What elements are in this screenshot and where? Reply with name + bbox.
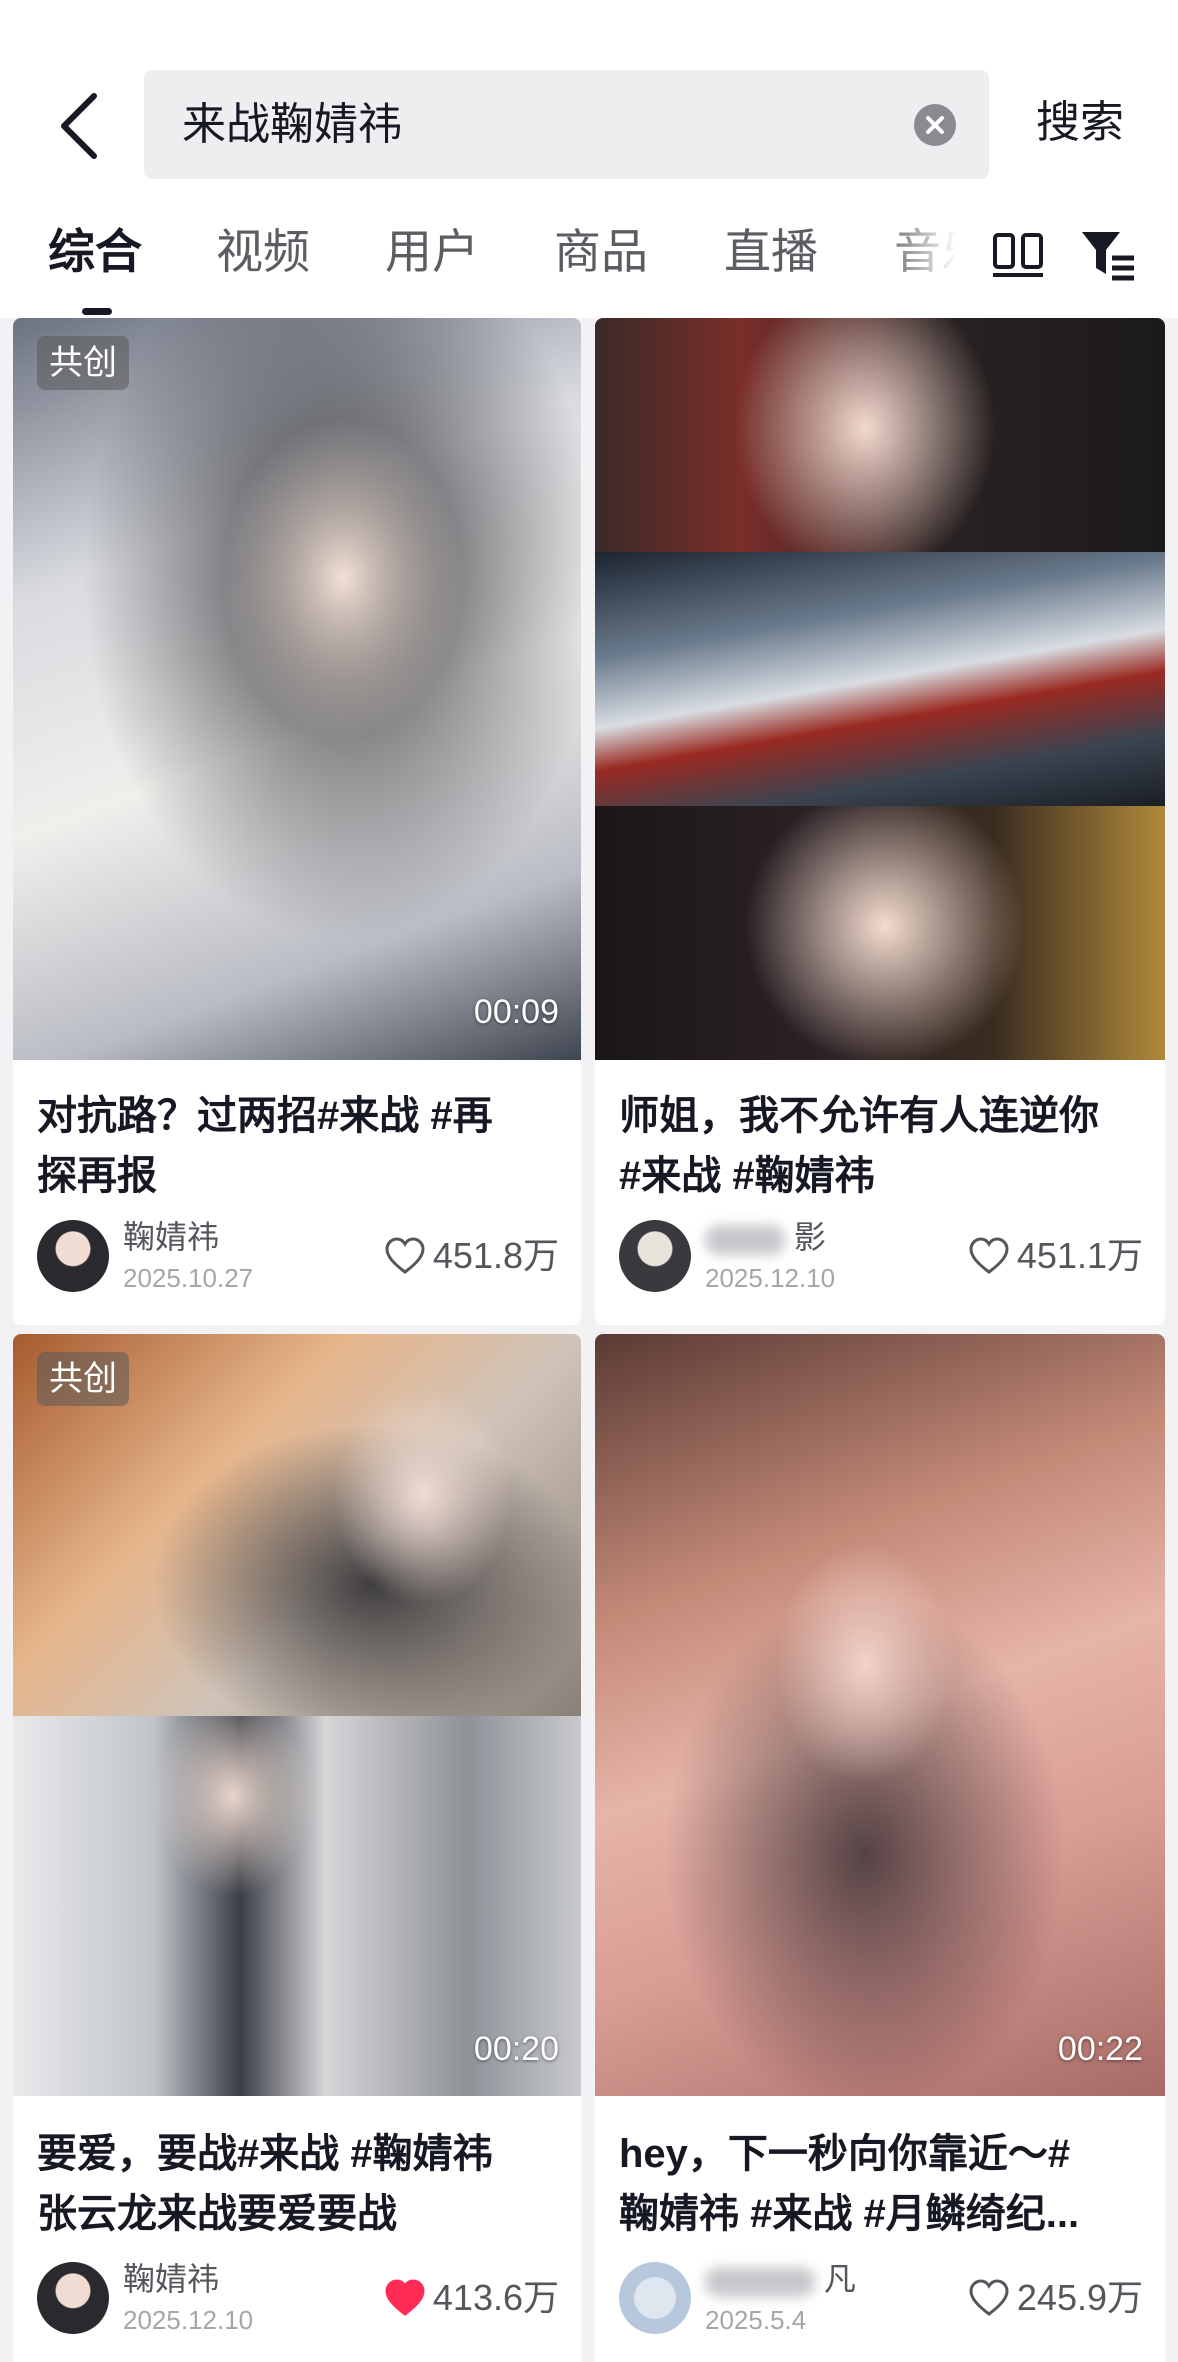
tab-products[interactable]: 商品: [554, 222, 648, 282]
like-count[interactable]: 413.6万: [385, 2276, 559, 2320]
post-date: 2025.5.4: [705, 2305, 807, 2335]
video-card[interactable]: 00:22 hey，下一秒向你靠近～# 鞠婧祎 #来战 #月鳞绮纪... 凡 2…: [595, 1334, 1165, 2362]
top-bar: 来战鞠婧祎 搜索 综合 视频 用户 商品 直播 音乐: [0, 0, 1178, 318]
video-thumbnail[interactable]: 00:22: [595, 1334, 1165, 2096]
like-count-value: 451.1万: [1016, 1235, 1143, 1276]
clear-icon: [926, 116, 944, 134]
tab-video[interactable]: 视频: [216, 222, 310, 282]
tab-live[interactable]: 直播: [724, 222, 818, 282]
back-button[interactable]: [52, 90, 108, 162]
author-name[interactable]: 鞠婧祎: [123, 2260, 219, 2298]
thumbnail-image: [13, 318, 581, 1060]
thumbnail-image: [595, 318, 1165, 552]
video-duration: 00:09: [473, 993, 559, 1031]
search-button[interactable]: 搜索: [1036, 96, 1124, 150]
video-duration: 00:20: [473, 2030, 559, 2068]
like-count-value: 451.8万: [432, 1235, 559, 1276]
tab-users[interactable]: 用户: [385, 222, 479, 282]
like-count[interactable]: 451.8万: [385, 1234, 559, 1278]
author-name-visible: 凡: [823, 2261, 856, 2297]
video-duration: 00:22: [1057, 2030, 1143, 2068]
video-thumbnail[interactable]: 共创 00:20: [13, 1334, 581, 2096]
post-date: 2025.12.10: [123, 2305, 254, 2335]
video-thumbnail[interactable]: 共创 00:09: [13, 318, 581, 1060]
avatar[interactable]: [619, 1220, 691, 1292]
thumbnail-image: [595, 806, 1165, 1060]
author-name[interactable]: 凡: [705, 2260, 856, 2298]
heart-icon: [385, 1237, 425, 1274]
like-count[interactable]: 245.9万: [969, 2276, 1143, 2320]
tab-fade-overlay: [880, 222, 990, 302]
heart-icon: [385, 2279, 425, 2316]
video-card[interactable]: 共创 00:20 要爱，要战#来战 #鞠婧祎 张云龙来战要爱要战 鞠婧祎 202…: [13, 1334, 581, 2362]
co-creation-badge: 共创: [37, 336, 129, 390]
post-date: 2025.10.27: [123, 1263, 254, 1293]
heart-icon: [969, 1237, 1009, 1274]
video-title: 师姐，我不允许有人连逆你 #来战 #鞠婧祎: [619, 1094, 1099, 1198]
author-name[interactable]: 影: [705, 1218, 826, 1256]
chevron-left-icon: [61, 93, 97, 159]
grid-layout-icon[interactable]: [992, 232, 1044, 278]
video-title: 要爱，要战#来战 #鞠婧祎 张云龙来战要爱要战: [37, 2132, 493, 2236]
co-creation-badge: 共创: [37, 1352, 129, 1406]
video-title: hey，下一秒向你靠近～# 鞠婧祎 #来战 #月鳞绮纪...: [619, 2132, 1080, 2236]
filter-icon[interactable]: [1080, 228, 1136, 282]
author-name[interactable]: 鞠婧祎: [123, 1218, 219, 1256]
video-thumbnail[interactable]: [595, 318, 1165, 1060]
author-name-visible: 影: [793, 1219, 826, 1255]
like-count-value: 245.9万: [1016, 2277, 1143, 2318]
post-date: 2025.12.10: [705, 1263, 836, 1293]
heart-icon: [969, 2279, 1009, 2316]
video-title: 对抗路？过两招#来战 #再 探再报: [37, 1094, 493, 1198]
avatar[interactable]: [619, 2262, 691, 2334]
video-card[interactable]: 共创 00:09 对抗路？过两招#来战 #再 探再报 鞠婧祎 2025.10.2…: [13, 318, 581, 1325]
thumbnail-image: [595, 552, 1165, 806]
avatar[interactable]: [37, 1220, 109, 1292]
blurred-name: [705, 2266, 815, 2297]
like-count-value: 413.6万: [432, 2277, 559, 2318]
search-query: 来战鞠婧祎: [182, 100, 402, 149]
like-count[interactable]: 451.1万: [969, 1234, 1143, 1278]
video-card[interactable]: 师姐，我不允许有人连逆你 #来战 #鞠婧祎 影 2025.12.10 451.1…: [595, 318, 1165, 1325]
tab-comprehensive[interactable]: 综合: [48, 222, 142, 282]
blurred-name: [705, 1224, 785, 1255]
clear-search-button[interactable]: [914, 104, 956, 146]
avatar[interactable]: [37, 2262, 109, 2334]
active-tab-indicator: [82, 308, 112, 315]
search-input[interactable]: 来战鞠婧祎: [144, 70, 989, 179]
